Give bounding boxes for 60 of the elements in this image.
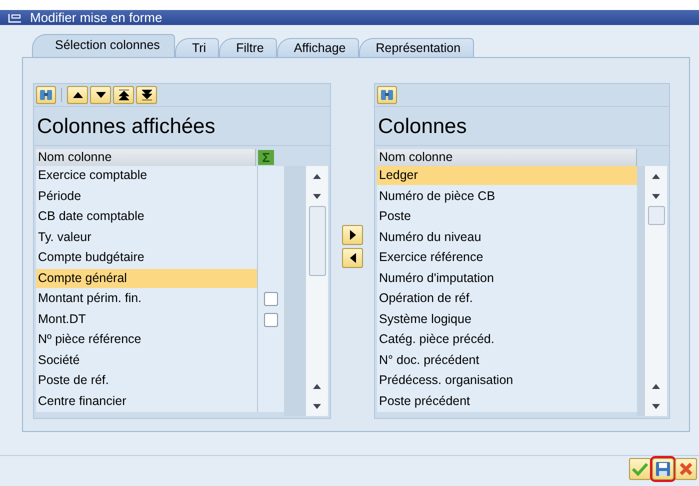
list-title: Colonnes affichées bbox=[34, 107, 330, 146]
move-up-button[interactable] bbox=[67, 86, 88, 104]
scroll-up-icon[interactable] bbox=[313, 174, 321, 178]
checkmark-icon bbox=[632, 462, 648, 476]
confirm-button[interactable] bbox=[629, 458, 651, 480]
add-column-button[interactable] bbox=[342, 225, 363, 245]
list-row[interactable]: Opération de réf. bbox=[377, 289, 638, 308]
scroll-up-icon[interactable] bbox=[652, 174, 660, 178]
checkbox[interactable] bbox=[264, 292, 278, 306]
list-row[interactable]: Poste précédent bbox=[377, 392, 638, 410]
up-arrow-icon bbox=[72, 91, 84, 99]
window-title: Modifier mise en forme bbox=[30, 10, 162, 25]
move-top-button[interactable] bbox=[113, 86, 134, 104]
tab[interactable]: Sélection colonnes bbox=[32, 34, 175, 57]
scroll-down-icon[interactable] bbox=[313, 404, 321, 408]
move-down-button[interactable] bbox=[90, 86, 111, 104]
list-row[interactable]: Catég. pièce précéd. bbox=[377, 330, 638, 349]
remove-column-button[interactable] bbox=[342, 248, 363, 268]
checkbox[interactable] bbox=[264, 312, 278, 327]
list-row[interactable]: Numéro d'imputation bbox=[377, 268, 638, 288]
scroll-down-icon[interactable] bbox=[652, 404, 660, 408]
scroll-down-icon[interactable] bbox=[652, 194, 660, 198]
scroll-up-icon[interactable] bbox=[652, 384, 660, 388]
down-arrow-icon bbox=[94, 91, 106, 99]
list-row[interactable]: Ledger bbox=[377, 166, 638, 185]
left-arrow-icon bbox=[348, 253, 356, 263]
list-row[interactable]: Numéro du niveau bbox=[377, 228, 638, 246]
list-row[interactable]: Compte général bbox=[36, 268, 257, 288]
list-row[interactable]: Système logique bbox=[377, 310, 638, 328]
search-button[interactable] bbox=[377, 86, 397, 104]
tab[interactable]: Représentation bbox=[358, 38, 474, 57]
list-row[interactable]: Numéro de pièce CB bbox=[377, 186, 638, 206]
list-row[interactable]: Poste bbox=[377, 207, 638, 226]
column-header[interactable]: Nom colonne bbox=[377, 149, 638, 166]
scroll-thumb[interactable] bbox=[308, 206, 326, 276]
tab[interactable]: Affichage bbox=[276, 38, 359, 57]
scrollbar[interactable] bbox=[645, 166, 667, 416]
tab[interactable]: Tri bbox=[174, 38, 220, 57]
move-bottom-button[interactable] bbox=[136, 86, 157, 104]
right-arrow-icon bbox=[348, 230, 356, 240]
close-icon bbox=[679, 462, 693, 476]
column-header[interactable]: Nom colonne bbox=[36, 149, 256, 166]
search-button[interactable] bbox=[36, 86, 56, 104]
list-row[interactable]: Exercice référence bbox=[377, 248, 638, 267]
save-button[interactable] bbox=[652, 458, 674, 480]
binoculars-icon bbox=[380, 88, 394, 102]
scroll-up-icon[interactable] bbox=[313, 384, 321, 388]
list-row[interactable]: Prédécess. organisation bbox=[377, 371, 638, 390]
binoculars-icon bbox=[39, 88, 53, 102]
scrollbar[interactable] bbox=[306, 166, 328, 416]
scroll-down-icon[interactable] bbox=[313, 194, 321, 198]
list-row[interactable]: N° doc. précédent bbox=[377, 350, 638, 370]
tab[interactable]: Filtre bbox=[219, 38, 277, 57]
double-down-arrow-icon bbox=[140, 89, 152, 101]
cancel-button[interactable] bbox=[675, 458, 697, 480]
window-icon bbox=[8, 12, 22, 22]
scroll-thumb[interactable] bbox=[648, 206, 665, 225]
list-title: Colonnes bbox=[375, 107, 669, 146]
double-up-arrow-icon bbox=[118, 89, 130, 101]
save-icon bbox=[655, 461, 671, 477]
